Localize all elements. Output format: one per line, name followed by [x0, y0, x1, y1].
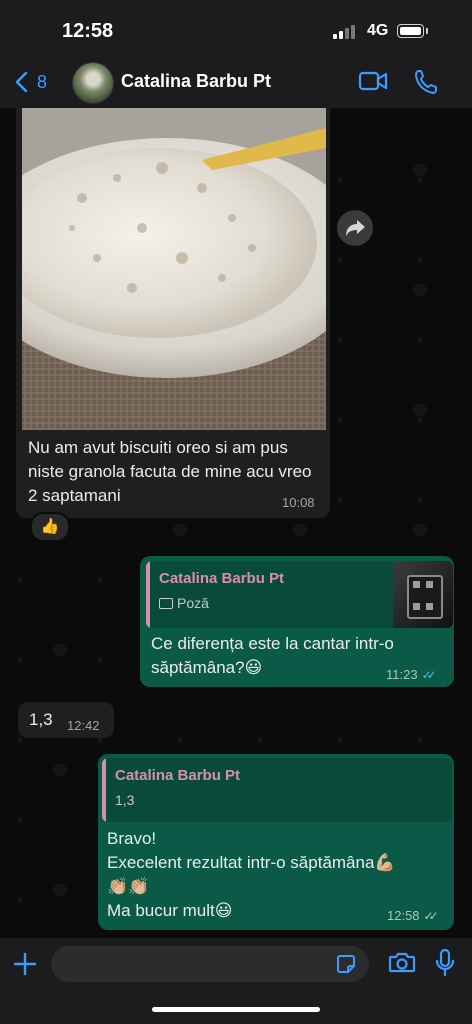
quoted-message[interactable]: Catalina Barbu Pt 1,3	[102, 758, 452, 822]
quote-preview: 1,3	[115, 792, 135, 808]
message-line: Bravo!	[107, 829, 157, 848]
network-type: 4G	[367, 22, 389, 39]
home-indicator[interactable]	[152, 1007, 320, 1012]
photo-image	[22, 108, 326, 430]
scale-image	[407, 575, 443, 619]
message-input[interactable]	[51, 946, 369, 982]
message-time: 12:58 ✓✓	[387, 908, 439, 923]
microphone-icon[interactable]	[433, 948, 457, 978]
received-message-text: Nu am avut biscuiti oreo si am pus niste…	[28, 438, 312, 505]
received-message-text: 1,3	[29, 710, 53, 729]
plus-icon[interactable]	[13, 952, 37, 976]
battery-icon	[397, 24, 424, 38]
message-line: 👏🏼👏🏼	[107, 877, 150, 896]
video-camera-icon[interactable]	[358, 70, 388, 92]
read-ticks-icon: ✓✓	[421, 668, 437, 682]
quote-author: Catalina Barbu Pt	[115, 767, 241, 784]
quote-bar	[146, 561, 150, 628]
camera-icon[interactable]	[388, 950, 416, 974]
quote-bar	[102, 758, 106, 822]
quoted-message[interactable]: Catalina Barbu Pt Poză	[146, 561, 453, 628]
quote-preview: Poză	[159, 595, 209, 611]
camera-icon	[159, 598, 173, 609]
chat-header: 8 Catalina Barbu Pt	[0, 58, 472, 108]
message-line: Execelent rezultat intr-o săptămâna💪🏼	[107, 853, 396, 872]
phone-icon[interactable]	[414, 69, 438, 95]
message-time: 12:42	[67, 718, 100, 733]
delivered-ticks-icon: ✓✓	[423, 909, 439, 923]
sticker-icon[interactable]	[336, 954, 356, 974]
unread-count[interactable]: 8	[37, 72, 47, 93]
status-time: 12:58	[62, 20, 114, 42]
avatar[interactable]	[72, 62, 114, 104]
contact-name[interactable]: Catalina Barbu Pt	[121, 71, 271, 92]
forward-button[interactable]	[337, 210, 373, 246]
battery-tip	[426, 28, 428, 34]
message-time: 10:08	[282, 495, 315, 510]
status-bar: 12:58 4G	[0, 0, 472, 58]
message-time: 11:23 ✓✓	[386, 667, 437, 682]
quote-thumbnail	[393, 561, 453, 628]
forward-icon	[346, 220, 365, 236]
reaction-badge[interactable]: 👍	[30, 512, 70, 542]
signal-icon	[333, 25, 359, 39]
quote-author: Catalina Barbu Pt	[159, 570, 285, 587]
chevron-left-icon[interactable]	[12, 70, 32, 94]
oat-bowl-photo[interactable]	[22, 108, 326, 430]
